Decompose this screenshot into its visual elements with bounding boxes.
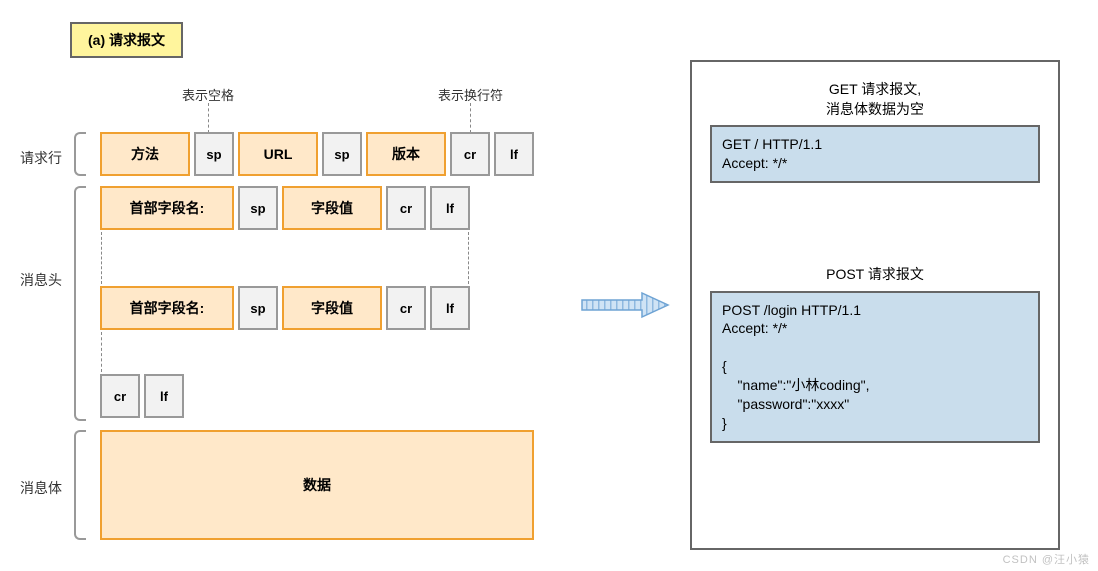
cell-hname-1: 首部字段名: [100, 186, 234, 230]
label-request-line: 请求行 [20, 148, 62, 168]
cell-hcr-1: cr [386, 186, 426, 230]
cell-hsp-1: sp [238, 186, 278, 230]
cell-hname-2: 首部字段名: [100, 286, 234, 330]
diagram-title: (a) 请求报文 [70, 22, 183, 58]
brace-body [74, 430, 86, 540]
example-panel: GET 请求报文, 消息体数据为空 GET / HTTP/1.1 Accept:… [690, 60, 1060, 550]
dots-left-2 [101, 332, 102, 372]
label-header: 消息头 [20, 270, 62, 290]
cell-hlf-1: lf [430, 186, 470, 230]
post-code-box: POST /login HTTP/1.1 Accept: */* { "name… [710, 291, 1040, 443]
tip-space-line [208, 103, 209, 133]
cell-hlf-2: lf [430, 286, 470, 330]
get-title: GET 请求报文, 消息体数据为空 [692, 80, 1058, 119]
cell-body: 数据 [100, 430, 534, 540]
cell-version: 版本 [366, 132, 446, 176]
cell-url: URL [238, 132, 318, 176]
cell-cr1: cr [450, 132, 490, 176]
brace-request-line [74, 132, 86, 176]
arrow-icon [580, 290, 670, 320]
cell-hval-2: 字段值 [282, 286, 382, 330]
cell-hcr-2: cr [386, 286, 426, 330]
cell-sp1: sp [194, 132, 234, 176]
cell-hsp-2: sp [238, 286, 278, 330]
cell-blank-lf: lf [144, 374, 184, 418]
watermark: CSDN @汪小猿 [1003, 551, 1090, 567]
dots-right [468, 232, 469, 284]
dots-left [101, 232, 102, 284]
get-code-box: GET / HTTP/1.1 Accept: */* [710, 125, 1040, 183]
tip-newline-line [470, 103, 471, 133]
post-title: POST 请求报文 [692, 265, 1058, 285]
cell-lf1: lf [494, 132, 534, 176]
cell-sp2: sp [322, 132, 362, 176]
tip-newline-label: 表示换行符 [438, 85, 503, 104]
cell-hval-1: 字段值 [282, 186, 382, 230]
brace-header [74, 186, 86, 421]
cell-method: 方法 [100, 132, 190, 176]
label-body: 消息体 [20, 478, 62, 498]
cell-blank-cr: cr [100, 374, 140, 418]
tip-space-label: 表示空格 [182, 85, 234, 104]
